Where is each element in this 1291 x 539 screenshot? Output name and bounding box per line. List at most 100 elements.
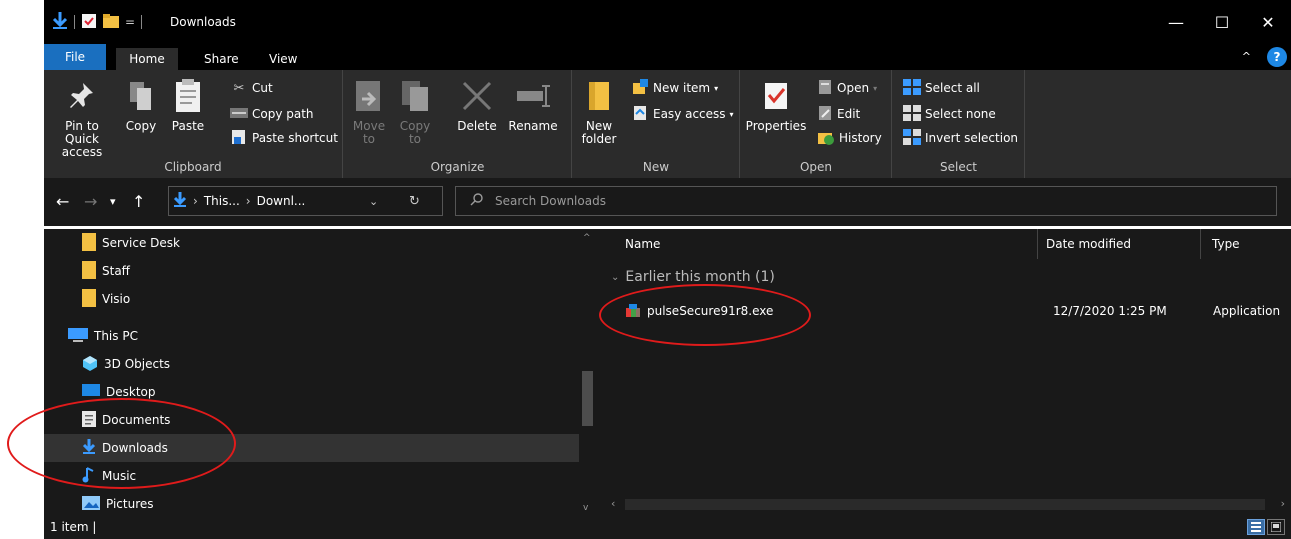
nav-item-visio[interactable]: Visio [82,285,617,313]
scroll-up-icon[interactable]: ^ [583,233,591,243]
new-group-label: New [642,160,670,174]
move-to-button[interactable]: Move to [348,76,390,146]
nav-item-this-pc[interactable]: This PC [68,322,603,350]
address-dropdown-icon[interactable]: ⌄ [369,195,378,208]
properties-check-icon[interactable] [81,13,97,32]
nav-item-label: Visio [102,292,131,306]
tab-view[interactable]: View [257,48,309,70]
column-header-type[interactable]: Type [1212,229,1240,259]
scrollbar-thumb[interactable] [582,371,593,426]
close-button[interactable]: ✕ [1245,0,1291,44]
new-folder-qat-icon[interactable] [103,13,119,31]
search-box[interactable]: Search Downloads [455,186,1277,216]
copy-button[interactable]: Copy [120,76,162,133]
group-header[interactable]: ⌄ Earlier this month (1) [611,269,775,285]
select-all-button[interactable]: Select all [903,78,980,98]
refresh-icon[interactable]: ↻ [409,194,420,209]
maximize-button[interactable]: ☐ [1199,0,1245,44]
easy-access-button[interactable]: Easy access ▾ [631,104,734,124]
easy-access-icon [631,105,649,124]
file-list-pane: Name Date modified Type ⌄ Earlier this m… [605,229,1291,515]
scroll-left-icon[interactable]: ‹ [611,497,615,510]
organize-group-label: Organize [430,160,485,174]
column-header-name[interactable]: Name [625,229,660,259]
file-type: Application [1213,304,1281,318]
nav-item-music[interactable]: Music [82,462,617,490]
scrollbar-track[interactable] [625,499,1265,510]
horizontal-scrollbar[interactable]: ‹ › [605,496,1291,513]
invert-selection-icon [903,128,921,148]
easy-access-label: Easy access [653,107,726,121]
status-separator: | [92,520,97,534]
file-row[interactable]: pulseSecure91r8.exe 12/7/2020 1:25 PM Ap… [605,299,1291,323]
scroll-down-icon[interactable]: v [583,503,588,513]
nav-item-pictures[interactable]: Pictures [82,490,617,518]
installer-icon [625,303,641,322]
new-item-button[interactable]: New item ▾ [631,78,718,98]
tab-file[interactable]: File [44,44,106,70]
copy-to-icon [398,76,432,116]
column-separator[interactable] [1200,229,1201,259]
up-arrow-icon[interactable]: ↑ [132,192,145,211]
nav-item-3d-objects[interactable]: 3D Objects [82,350,617,378]
column-separator[interactable] [1037,229,1038,259]
tab-share[interactable]: Share [192,48,251,70]
paste-shortcut-label: Paste shortcut [252,131,338,145]
qat-dropdown-icon[interactable]: = [125,15,135,29]
properties-button[interactable]: Properties [743,76,809,133]
nav-item-downloads[interactable]: Downloads [44,434,579,462]
pin-to-quick-access-button[interactable]: Pin to Quick access [48,76,116,159]
new-item-dropdown-icon: ▾ [714,83,719,93]
downloads-location-icon [173,191,187,211]
group-collapse-chevron-icon[interactable]: ⌄ [611,272,619,283]
folder-icon [82,260,96,282]
quick-access-toolbar: = [52,11,143,32]
nav-item-documents[interactable]: Documents [82,406,617,434]
back-arrow-icon[interactable]: ← [56,192,69,211]
tab-home[interactable]: Home [116,48,178,70]
breadcrumb-downloads[interactable]: Downl... [257,194,306,208]
search-icon [470,193,483,209]
paste-shortcut-button[interactable]: Paste shortcut [230,128,338,148]
copy-to-button[interactable]: Copy to [394,76,436,146]
delete-button[interactable]: Delete [454,76,500,133]
forward-arrow-icon[interactable]: → [84,192,97,211]
navigation-scrollbar[interactable]: ^ v [579,229,596,515]
rename-button[interactable]: Rename [506,76,560,133]
new-folder-button[interactable]: New folder [577,76,621,146]
open-group-label: Open [799,160,833,174]
invert-selection-label: Invert selection [925,131,1019,145]
nav-item-label: Downloads [102,441,168,455]
collapse-ribbon-icon[interactable]: ^ [1242,50,1251,63]
music-icon [82,466,96,486]
address-bar[interactable]: › This... › Downl... ⌄ ↻ [168,186,443,216]
details-view-icon[interactable] [1247,519,1265,535]
column-header-date-modified[interactable]: Date modified [1046,229,1131,259]
nav-item-label: 3D Objects [104,357,171,371]
edit-button[interactable]: Edit [817,104,860,124]
help-icon[interactable]: ? [1267,47,1287,67]
search-placeholder: Search Downloads [495,194,606,208]
history-button[interactable]: History [817,128,882,148]
paste-button[interactable]: Paste [166,76,210,133]
edit-label: Edit [837,107,861,121]
minimize-button[interactable]: — [1153,0,1199,44]
nav-item-staff[interactable]: Staff [82,257,617,285]
nav-item-desktop[interactable]: Desktop [82,378,617,406]
copy-path-button[interactable]: Copy path [230,104,314,124]
breadcrumb-this-pc[interactable]: This... [204,194,240,208]
nav-item-label: Music [102,469,137,483]
invert-selection-button[interactable]: Invert selection [903,128,1018,148]
move-to-icon [352,76,386,116]
scroll-right-icon[interactable]: › [1281,497,1285,510]
select-none-label: Select none [925,107,996,121]
paste-label: Paste [171,119,205,133]
new-item-label: New item [653,81,711,95]
recent-locations-chevron-icon[interactable]: ▾ [110,195,116,208]
select-none-button[interactable]: Select none [903,104,996,124]
copy-path-label: Copy path [252,107,314,121]
nav-item-service-desk[interactable]: Service Desk [82,229,617,257]
open-button[interactable]: Open ▾ [817,78,877,98]
large-icons-view-icon[interactable] [1267,519,1285,535]
cut-button[interactable]: ✂ Cut [230,78,273,98]
